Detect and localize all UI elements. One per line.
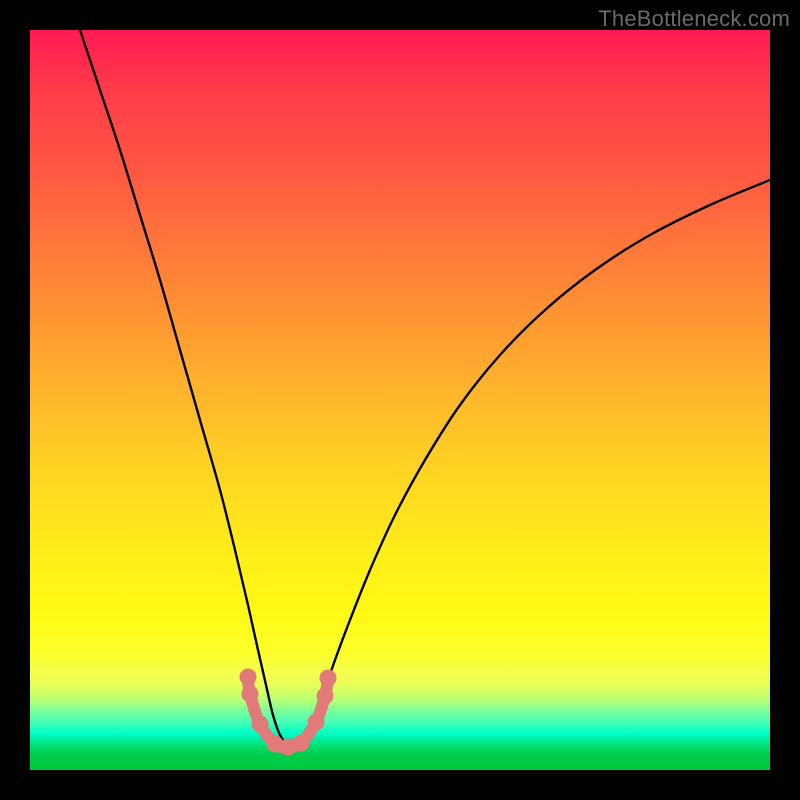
watermark-text: TheBottleneck.com (598, 6, 790, 32)
curve-layer (30, 30, 770, 770)
marker-dot (320, 670, 337, 687)
marker-dot (308, 714, 325, 731)
chart-frame: TheBottleneck.com (0, 0, 800, 800)
bottleneck-curve (80, 30, 770, 746)
marker-dot (252, 716, 269, 733)
marker-dot (242, 686, 259, 703)
marker-dot (240, 669, 257, 686)
plot-area (30, 30, 770, 770)
marker-dot (317, 688, 334, 705)
marker-dot (293, 735, 310, 752)
bottleneck-trough-stroke (248, 677, 328, 747)
